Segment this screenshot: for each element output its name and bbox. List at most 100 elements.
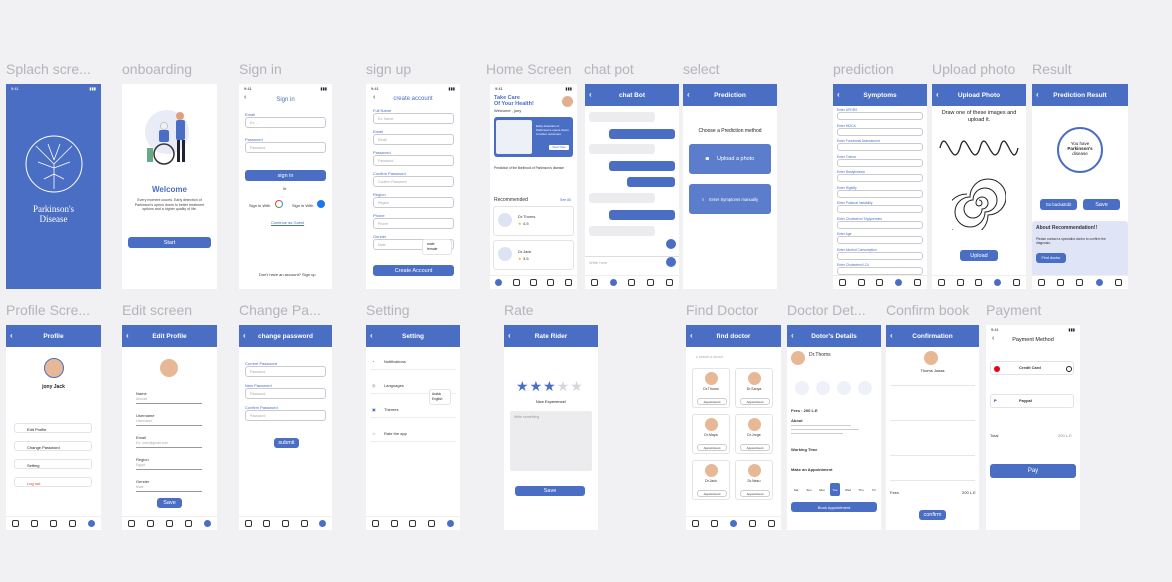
star-rating[interactable]: ★★★★★ xyxy=(516,379,584,393)
chat-icon[interactable] xyxy=(263,520,271,527)
brain-icon[interactable] xyxy=(69,520,76,527)
symptom-input[interactable] xyxy=(837,251,923,260)
facebook-icon[interactable] xyxy=(317,200,325,208)
profile-icon[interactable] xyxy=(319,520,327,527)
appointment-button[interactable]: Appointment xyxy=(740,444,770,451)
doctor-icon[interactable] xyxy=(166,520,173,527)
save-button[interactable]: Save xyxy=(1083,199,1120,210)
field-input[interactable]: Ex: Name xyxy=(373,113,454,124)
doctor-icon[interactable] xyxy=(730,520,737,527)
avatar[interactable] xyxy=(160,359,178,377)
brain-icon[interactable] xyxy=(547,279,555,286)
mic-icon[interactable] xyxy=(666,239,676,249)
back-icon[interactable]: ‹ xyxy=(890,331,893,340)
see-all-link[interactable]: See All xyxy=(560,198,571,202)
profile-icon[interactable] xyxy=(204,520,211,527)
doctor-card[interactable]: Dr.Jack Appointment xyxy=(692,460,730,500)
field-input[interactable]: Phone xyxy=(373,218,454,229)
back-icon[interactable]: ‹ xyxy=(687,90,690,99)
language-option-english[interactable]: English xyxy=(432,397,448,402)
gender-dropdown-menu[interactable]: male female xyxy=(422,239,452,255)
chat-icon[interactable] xyxy=(857,279,865,286)
doctor-card[interactable]: Dr.Thoms Appointment xyxy=(692,368,730,408)
symptom-input[interactable] xyxy=(837,267,923,275)
setting-item-label[interactable]: Rate the app xyxy=(384,431,407,436)
symptom-input[interactable] xyxy=(837,174,923,182)
doctor-card[interactable]: Dr.Jack ★ 3.5 xyxy=(493,240,574,270)
symptom-input[interactable] xyxy=(837,220,923,229)
home-icon[interactable] xyxy=(1038,279,1046,286)
paypal-option[interactable]: P Paypal xyxy=(990,394,1074,408)
brain-icon[interactable] xyxy=(300,520,308,527)
doctor-card[interactable]: Dr.Jorge Appointment xyxy=(735,414,773,454)
back-icon[interactable]: ‹ xyxy=(10,331,13,340)
chat-icon[interactable] xyxy=(956,279,964,286)
profile-icon[interactable] xyxy=(447,520,455,527)
field-input[interactable]: Ahmad xyxy=(136,397,147,401)
book-appointment-button[interactable]: Book Appointment xyxy=(791,502,877,512)
home-icon[interactable] xyxy=(692,520,699,527)
home-icon[interactable] xyxy=(590,279,598,286)
chat-icon[interactable] xyxy=(609,279,617,286)
home-icon[interactable] xyxy=(128,520,135,527)
save-button[interactable]: Save xyxy=(515,486,585,496)
profile-icon[interactable] xyxy=(88,520,95,527)
back-icon[interactable]: ‹ xyxy=(1036,90,1039,99)
field-input[interactable]: Region xyxy=(373,197,454,208)
email-input[interactable]: Ex: ... xyxy=(245,117,326,128)
day-option[interactable]: Sun xyxy=(804,483,814,496)
doctor-icon[interactable] xyxy=(50,520,57,527)
back-icon[interactable]: ‹ xyxy=(508,331,511,340)
home-icon[interactable] xyxy=(937,279,945,286)
back-icon[interactable]: ‹ xyxy=(126,331,129,340)
profile-menu-item[interactable]: Edit Profile xyxy=(14,423,92,433)
banner-start-button[interactable]: Start Now xyxy=(549,145,569,150)
chat-icon[interactable] xyxy=(512,279,520,286)
review-textarea[interactable]: Write something xyxy=(510,411,592,471)
doctor-card[interactable]: Dr.Maya Appointment xyxy=(692,414,730,454)
save-button[interactable]: Save xyxy=(157,498,182,508)
profile-icon[interactable] xyxy=(1114,279,1122,286)
profile-icon[interactable] xyxy=(914,279,922,286)
appointment-button[interactable]: Appointment xyxy=(697,490,727,497)
back-icon[interactable]: ‹ xyxy=(370,331,373,340)
star-icon[interactable]: ★ xyxy=(557,378,571,394)
day-option[interactable]: Wed xyxy=(843,483,853,496)
continue-guest-link[interactable]: Continue as Guest xyxy=(271,220,304,225)
back-icon[interactable]: ‹ xyxy=(837,90,840,99)
go-back-edit-button[interactable]: Go back&Edit xyxy=(1040,199,1077,210)
password-input[interactable]: Password xyxy=(245,142,326,153)
google-signin-label[interactable]: Sign in With xyxy=(249,203,270,208)
send-icon[interactable] xyxy=(666,257,676,267)
avatar[interactable] xyxy=(562,96,573,107)
profile-menu-item[interactable]: Setting xyxy=(14,459,92,469)
password-input[interactable]: Password xyxy=(245,366,326,377)
avatar[interactable] xyxy=(44,358,64,378)
field-input[interactable]: Egypt xyxy=(136,463,145,467)
doctor-icon[interactable] xyxy=(281,520,289,527)
day-option[interactable]: Sat xyxy=(791,483,801,496)
brain-icon[interactable] xyxy=(749,520,756,527)
back-icon[interactable]: ‹ xyxy=(936,90,939,99)
day-option[interactable]: Mon xyxy=(817,483,827,496)
day-option[interactable]: Tue xyxy=(830,483,840,496)
symptom-input[interactable] xyxy=(837,112,923,120)
symptom-input[interactable] xyxy=(837,127,923,136)
credit-card-option[interactable]: Credit Card xyxy=(990,361,1074,375)
brain-icon[interactable] xyxy=(895,279,903,286)
find-doctor-button[interactable]: Find doctor xyxy=(1036,253,1066,263)
profile-menu-item[interactable]: Log out xyxy=(14,477,92,487)
brain-icon[interactable] xyxy=(647,279,655,286)
back-icon[interactable]: ‹ xyxy=(791,331,794,340)
field-input[interactable]: Password xyxy=(373,155,454,166)
chat-icon[interactable] xyxy=(31,520,38,527)
pay-button[interactable]: Pay xyxy=(990,464,1076,478)
manual-symptoms-option[interactable]: ≡ Enter Symptoms manually xyxy=(689,184,771,214)
upload-button[interactable]: Upload xyxy=(960,250,998,261)
facebook-signin-label[interactable]: Sign in With xyxy=(292,203,313,208)
appointment-button[interactable]: Appointment xyxy=(740,398,770,405)
day-option[interactable]: Thu xyxy=(856,483,866,496)
profile-icon[interactable] xyxy=(666,279,674,286)
home-icon[interactable] xyxy=(838,279,846,286)
doctor-icon[interactable] xyxy=(529,279,537,286)
